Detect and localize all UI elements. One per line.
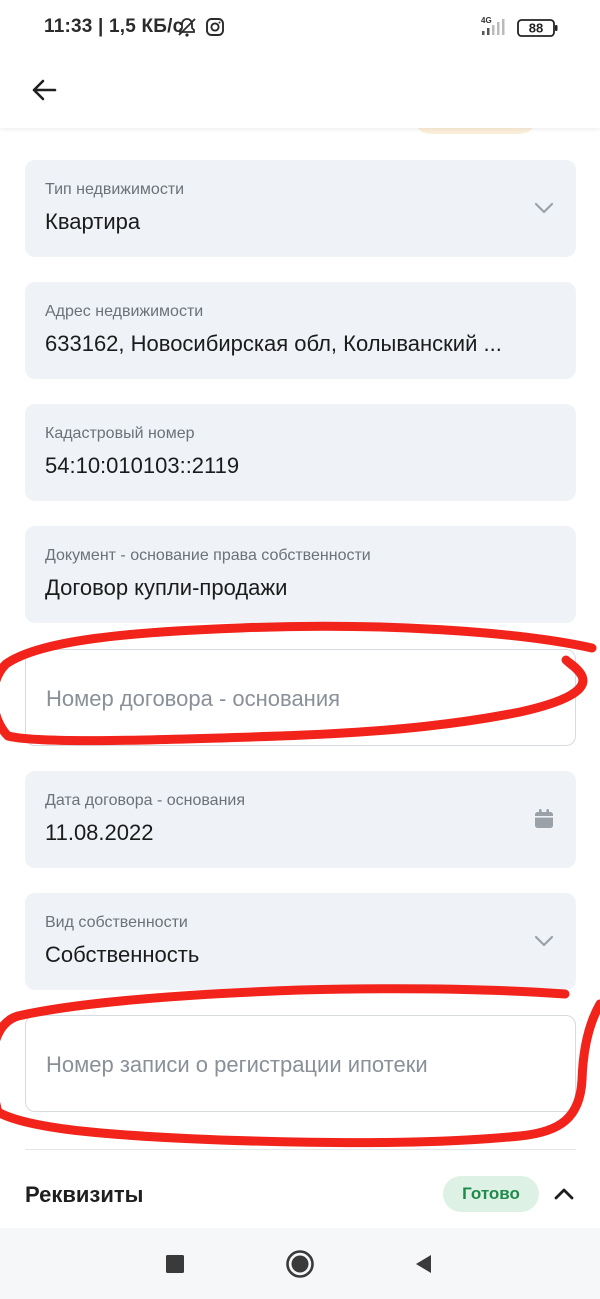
system-nav-bar	[0, 1228, 600, 1299]
field-label: Дата договора - основания	[45, 792, 246, 809]
field-value: Квартира	[45, 209, 141, 234]
back-triangle-icon	[416, 1255, 431, 1273]
contract-date-field[interactable]: Дата договора - основания 11.08.2022	[25, 771, 576, 868]
property-type-select[interactable]: Тип недвижимости Квартира	[25, 160, 576, 257]
field-label: Кадастровый номер	[45, 425, 195, 442]
requisites-section-header[interactable]: Реквизиты Готово	[0, 1150, 600, 1228]
collapse-button[interactable]	[546, 1178, 582, 1210]
home-button[interactable]	[284, 1248, 316, 1280]
svg-text:88: 88	[529, 21, 543, 36]
mute-bell-icon	[178, 18, 196, 37]
status-system-icons: 4G 88	[481, 16, 558, 37]
status-notification-icons	[178, 18, 224, 37]
field-label: Вид собственности	[45, 914, 188, 931]
field-value: 633162, Новосибирская обл, Колыванский .…	[45, 331, 502, 356]
section-title: Реквизиты	[25, 1182, 144, 1207]
status-bar: 11:33 | 1,5 КБ/с 4G 88	[0, 0, 600, 56]
contract-number-input[interactable]: Номер договора - основания	[25, 649, 576, 746]
svg-text:4G: 4G	[481, 16, 492, 25]
field-placeholder: Номер записи о регистрации ипотеки	[46, 1052, 428, 1077]
status-badge: Готово	[443, 1176, 539, 1212]
recents-square-icon	[166, 1255, 184, 1273]
top-app-bar	[0, 56, 600, 128]
field-label: Документ - основание права собственности	[45, 547, 371, 564]
status-time-speed: 11:33 | 1,5 КБ/с	[44, 16, 184, 37]
field-value: 11.08.2022	[45, 820, 154, 845]
mortgage-registration-input[interactable]: Номер записи о регистрации ипотеки	[25, 1015, 576, 1112]
field-value: Договор купли-продажи	[45, 575, 288, 600]
calendar-icon[interactable]	[532, 807, 556, 831]
home-circle-icon	[286, 1250, 314, 1278]
ownership-document-field[interactable]: Документ - основание права собственности…	[25, 526, 576, 623]
cadastral-number-field[interactable]: Кадастровый номер 54:10:010103::2119	[25, 404, 576, 501]
signal-icon: 4G	[481, 16, 505, 35]
back-nav-button[interactable]	[407, 1248, 439, 1280]
instagram-icon	[206, 18, 224, 36]
back-button[interactable]	[22, 68, 66, 112]
chevron-up-icon	[554, 1188, 574, 1200]
property-address-field[interactable]: Адрес недвижимости 633162, Новосибирская…	[25, 282, 576, 379]
field-label: Тип недвижимости	[45, 181, 185, 198]
field-value: 54:10:010103::2119	[45, 453, 240, 478]
field-label: Адрес недвижимости	[45, 303, 204, 320]
ownership-type-select[interactable]: Вид собственности Собственность	[25, 893, 576, 990]
chevron-down-icon	[532, 929, 556, 953]
field-placeholder: Номер договора - основания	[46, 686, 341, 711]
arrow-left-icon	[32, 79, 57, 101]
chevron-down-icon	[532, 196, 556, 220]
recents-button[interactable]	[159, 1248, 191, 1280]
battery-icon: 88	[517, 19, 558, 37]
field-value: Собственность	[45, 942, 200, 967]
